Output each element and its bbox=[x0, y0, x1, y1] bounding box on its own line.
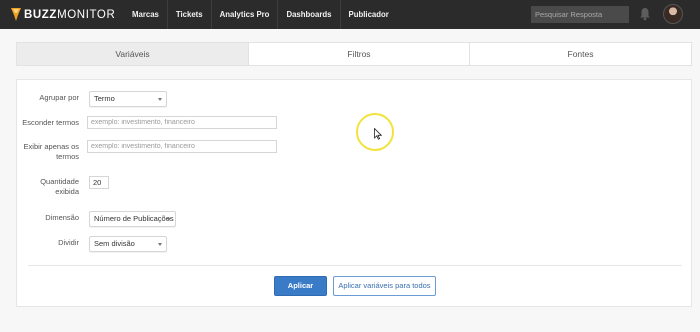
form-divider bbox=[28, 265, 682, 266]
nav-marcas[interactable]: Marcas bbox=[124, 0, 168, 29]
tab-fontes[interactable]: Fontes bbox=[470, 43, 691, 65]
dimension-value: Número de Publicações bbox=[94, 214, 174, 223]
group-by-value: Termo bbox=[94, 94, 115, 103]
show-only-label: Exibir apenas os termos bbox=[23, 142, 79, 161]
tabs: Variáveis Filtros Fontes bbox=[16, 42, 692, 66]
nav-publicador[interactable]: Publicador bbox=[341, 0, 397, 29]
tab-filtros[interactable]: Filtros bbox=[249, 43, 470, 65]
buzzmonitor-logo-icon bbox=[11, 8, 21, 21]
hide-terms-label: Esconder termos bbox=[22, 118, 79, 127]
search-input[interactable] bbox=[531, 6, 629, 23]
brand-name: BUZZMONITOR bbox=[24, 8, 116, 21]
apply-all-button[interactable]: Aplicar variáveis para todos bbox=[333, 276, 436, 296]
nav-dashboards[interactable]: Dashboards bbox=[278, 0, 341, 29]
split-select[interactable]: Sem divisão bbox=[89, 236, 167, 252]
apply-button[interactable]: Aplicar bbox=[274, 276, 327, 296]
dimension-label: Dimensão bbox=[45, 213, 79, 222]
group-by-label: Agrupar por bbox=[39, 93, 79, 102]
group-by-select[interactable]: Termo bbox=[89, 91, 167, 107]
user-avatar[interactable] bbox=[663, 4, 683, 24]
mouse-cursor-icon bbox=[374, 128, 382, 140]
quantity-label: Quantidade exibida bbox=[40, 177, 79, 196]
chevron-down-icon bbox=[158, 243, 162, 246]
hide-terms-input[interactable] bbox=[87, 116, 277, 129]
main-nav: Marcas Tickets Analytics Pro Dashboards … bbox=[124, 0, 397, 29]
tab-variaveis[interactable]: Variáveis bbox=[17, 43, 249, 65]
top-navbar: BUZZMONITOR Marcas Tickets Analytics Pro… bbox=[0, 0, 700, 29]
nav-tickets[interactable]: Tickets bbox=[168, 0, 212, 29]
chevron-down-icon bbox=[167, 218, 171, 221]
quantity-input[interactable]: 20 bbox=[89, 176, 109, 189]
variables-panel: Agrupar por Termo Esconder termos Exibir… bbox=[16, 79, 692, 307]
nav-analytics-pro[interactable]: Analytics Pro bbox=[212, 0, 279, 29]
chevron-down-icon bbox=[158, 98, 162, 101]
bell-icon[interactable] bbox=[639, 7, 651, 21]
show-only-input[interactable] bbox=[87, 140, 277, 153]
split-label: Dividir bbox=[58, 238, 79, 247]
brand-logo[interactable]: BUZZMONITOR bbox=[11, 5, 115, 24]
dimension-select[interactable]: Número de Publicações bbox=[89, 211, 176, 227]
split-value: Sem divisão bbox=[94, 239, 135, 248]
